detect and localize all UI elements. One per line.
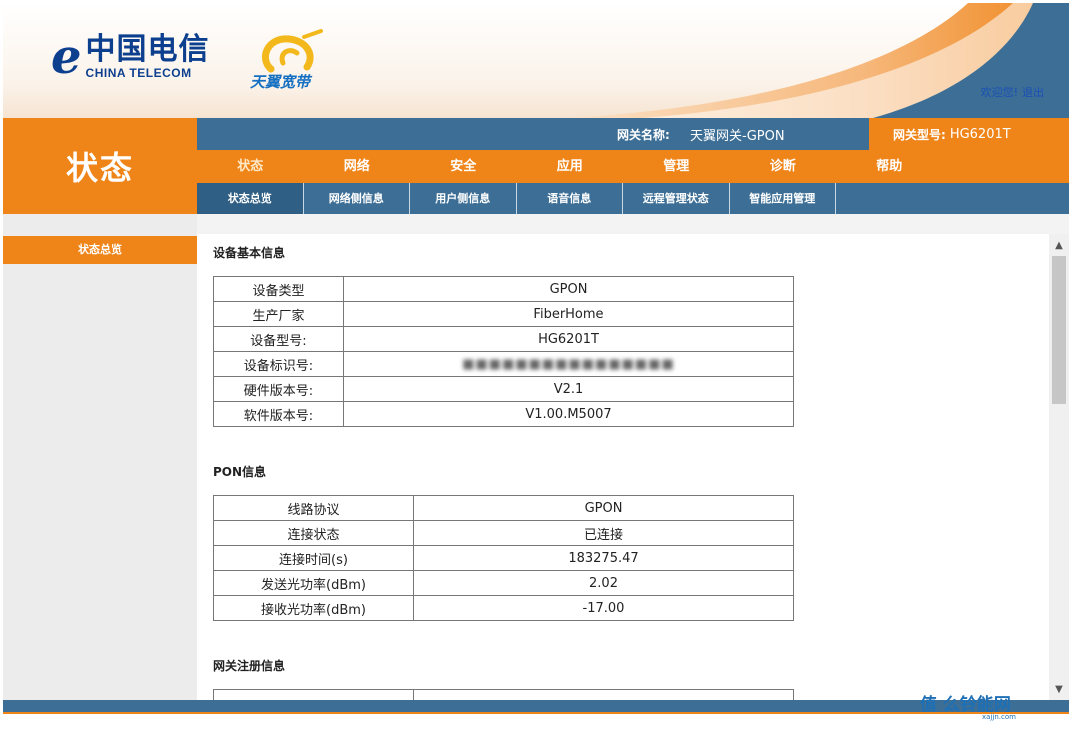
watermark: 值 么铃能网 xajjn.com bbox=[920, 690, 1016, 721]
row-value bbox=[413, 689, 794, 700]
subnav-status-overview[interactable]: 状态总览 bbox=[197, 183, 304, 214]
row-label bbox=[213, 689, 414, 700]
pon-info-table: 线路协议 GPON 连接状态 已连接 连接时间(s) 183275.47 发送光… bbox=[213, 495, 794, 621]
brand-en: CHINA TELECOM bbox=[85, 66, 192, 80]
row-value: V2.1 bbox=[343, 376, 794, 402]
table-row: 设备型号: HG6201T bbox=[213, 326, 794, 352]
row-label: 硬件版本号: bbox=[213, 376, 344, 402]
subnav-remote-mgmt-status[interactable]: 远程管理状态 bbox=[623, 183, 730, 214]
row-label: 发送光功率(dBm) bbox=[213, 570, 414, 596]
table-row: 设备类型 GPON bbox=[213, 276, 794, 302]
table-row: 连接状态 已连接 bbox=[213, 520, 794, 546]
row-value-blurred: ■■■■■■■■■■■■■■■■ bbox=[343, 351, 794, 377]
row-label: 设备型号: bbox=[213, 326, 344, 352]
row-value: GPON bbox=[343, 276, 794, 302]
device-info-title: 设备基本信息 bbox=[213, 246, 286, 260]
telecom-e-icon: e bbox=[51, 29, 82, 85]
logout-link[interactable]: 退出 bbox=[1022, 86, 1044, 99]
tianyi-text: 天翼宽带 bbox=[250, 73, 311, 91]
subnav-network-side-info[interactable]: 网络侧信息 bbox=[304, 183, 410, 214]
row-value: V1.00.M5007 bbox=[343, 401, 794, 427]
nav-status[interactable]: 状态 bbox=[197, 150, 304, 183]
brand-cn: 中国电信 bbox=[85, 32, 210, 67]
row-label: 接收光功率(dBm) bbox=[213, 595, 414, 621]
scroll-thumb[interactable] bbox=[1052, 256, 1066, 404]
nav-help[interactable]: 帮助 bbox=[836, 150, 943, 183]
row-label: 设备标识号: bbox=[213, 351, 344, 377]
nav-management[interactable]: 管理 bbox=[623, 150, 730, 183]
blurred-device-id: ■■■■■■■■■■■■■■■■ bbox=[462, 356, 675, 372]
sidebar: 状态总览 bbox=[3, 214, 197, 700]
gateway-name-label: 网关名称: bbox=[617, 128, 670, 142]
row-label: 连接状态 bbox=[213, 520, 414, 546]
subnav-voice-info[interactable]: 语音信息 bbox=[517, 183, 623, 214]
row-label: 线路协议 bbox=[213, 495, 414, 521]
gateway-model-box: 网关型号: HG6201T bbox=[869, 118, 1069, 150]
table-row: 线路协议 GPON bbox=[213, 495, 794, 521]
page-header: e 中国电信 CHINA TELECOM 天翼宽带 欢迎您! 退出 bbox=[3, 3, 1069, 118]
gateway-model-value: HG6201T bbox=[949, 126, 1011, 142]
subnav-user-side-info[interactable]: 用户侧信息 bbox=[410, 183, 517, 214]
gateway-name-value: 天翼网关-GPON bbox=[690, 129, 785, 144]
sidebar-item-status-overview[interactable]: 状态总览 bbox=[3, 236, 197, 264]
table-row: 发送光功率(dBm) 2.02 bbox=[213, 570, 794, 596]
table-row: 设备标识号: ■■■■■■■■■■■■■■■■ bbox=[213, 351, 794, 377]
row-value: -17.00 bbox=[413, 595, 794, 621]
gateway-registration-table bbox=[213, 689, 794, 700]
row-label: 连接时间(s) bbox=[213, 545, 414, 571]
row-value: GPON bbox=[413, 495, 794, 521]
content-top-gap bbox=[197, 214, 1069, 234]
scroll-down-arrow-icon[interactable]: ▼ bbox=[1049, 680, 1069, 700]
nav-security[interactable]: 安全 bbox=[410, 150, 517, 183]
main-nav: 状态 网络 安全 应用 管理 诊断 帮助 bbox=[197, 150, 1069, 183]
content-scrollbar[interactable]: ▲ ▼ bbox=[1049, 234, 1069, 700]
row-value: FiberHome bbox=[343, 301, 794, 327]
table-row: 接收光功率(dBm) -17.00 bbox=[213, 595, 794, 621]
welcome-text: 欢迎您! bbox=[980, 86, 1018, 99]
welcome-area: 欢迎您! 退出 bbox=[977, 84, 1044, 100]
nav-diagnosis[interactable]: 诊断 bbox=[730, 150, 837, 183]
nav-application[interactable]: 应用 bbox=[517, 150, 624, 183]
page-footer-bar bbox=[3, 700, 1069, 712]
china-telecom-logo: e 中国电信 CHINA TELECOM bbox=[51, 29, 210, 85]
row-value: 2.02 bbox=[413, 570, 794, 596]
row-value: 183275.47 bbox=[413, 545, 794, 571]
gateway-model-label: 网关型号: bbox=[893, 127, 946, 142]
sub-nav: 状态总览 网络侧信息 用户侧信息 语音信息 远程管理状态 智能应用管理 bbox=[197, 183, 1069, 214]
row-label: 生产厂家 bbox=[213, 301, 344, 327]
gateway-info-bar: 网关名称: 天翼网关-GPON 网关型号: HG6201T bbox=[197, 118, 1069, 150]
row-value: HG6201T bbox=[343, 326, 794, 352]
table-row: 硬件版本号: V2.1 bbox=[213, 376, 794, 402]
footer-accent-line bbox=[3, 712, 1069, 714]
device-info-table: 设备类型 GPON 生产厂家 FiberHome 设备型号: HG6201T 设… bbox=[213, 276, 794, 427]
page-title: 状态 bbox=[3, 118, 197, 214]
nav-network[interactable]: 网络 bbox=[304, 150, 411, 183]
row-label: 设备类型 bbox=[213, 276, 344, 302]
watermark-url: xajjn.com bbox=[982, 713, 1016, 721]
table-row bbox=[213, 689, 794, 700]
scroll-up-arrow-icon[interactable]: ▲ bbox=[1049, 236, 1069, 256]
row-label: 软件版本号: bbox=[213, 401, 344, 427]
subnav-smart-app-mgmt[interactable]: 智能应用管理 bbox=[730, 183, 836, 214]
table-row: 软件版本号: V1.00.M5007 bbox=[213, 401, 794, 427]
row-value: 已连接 bbox=[413, 520, 794, 546]
pon-info-title: PON信息 bbox=[213, 465, 267, 479]
main-content: 设备基本信息 设备类型 GPON 生产厂家 FiberHome 设备型号: HG… bbox=[197, 234, 1049, 700]
table-row: 生产厂家 FiberHome bbox=[213, 301, 794, 327]
watermark-text: 值 么铃能网 bbox=[920, 695, 1011, 715]
gateway-registration-title: 网关注册信息 bbox=[213, 659, 286, 673]
table-row: 连接时间(s) 183275.47 bbox=[213, 545, 794, 571]
